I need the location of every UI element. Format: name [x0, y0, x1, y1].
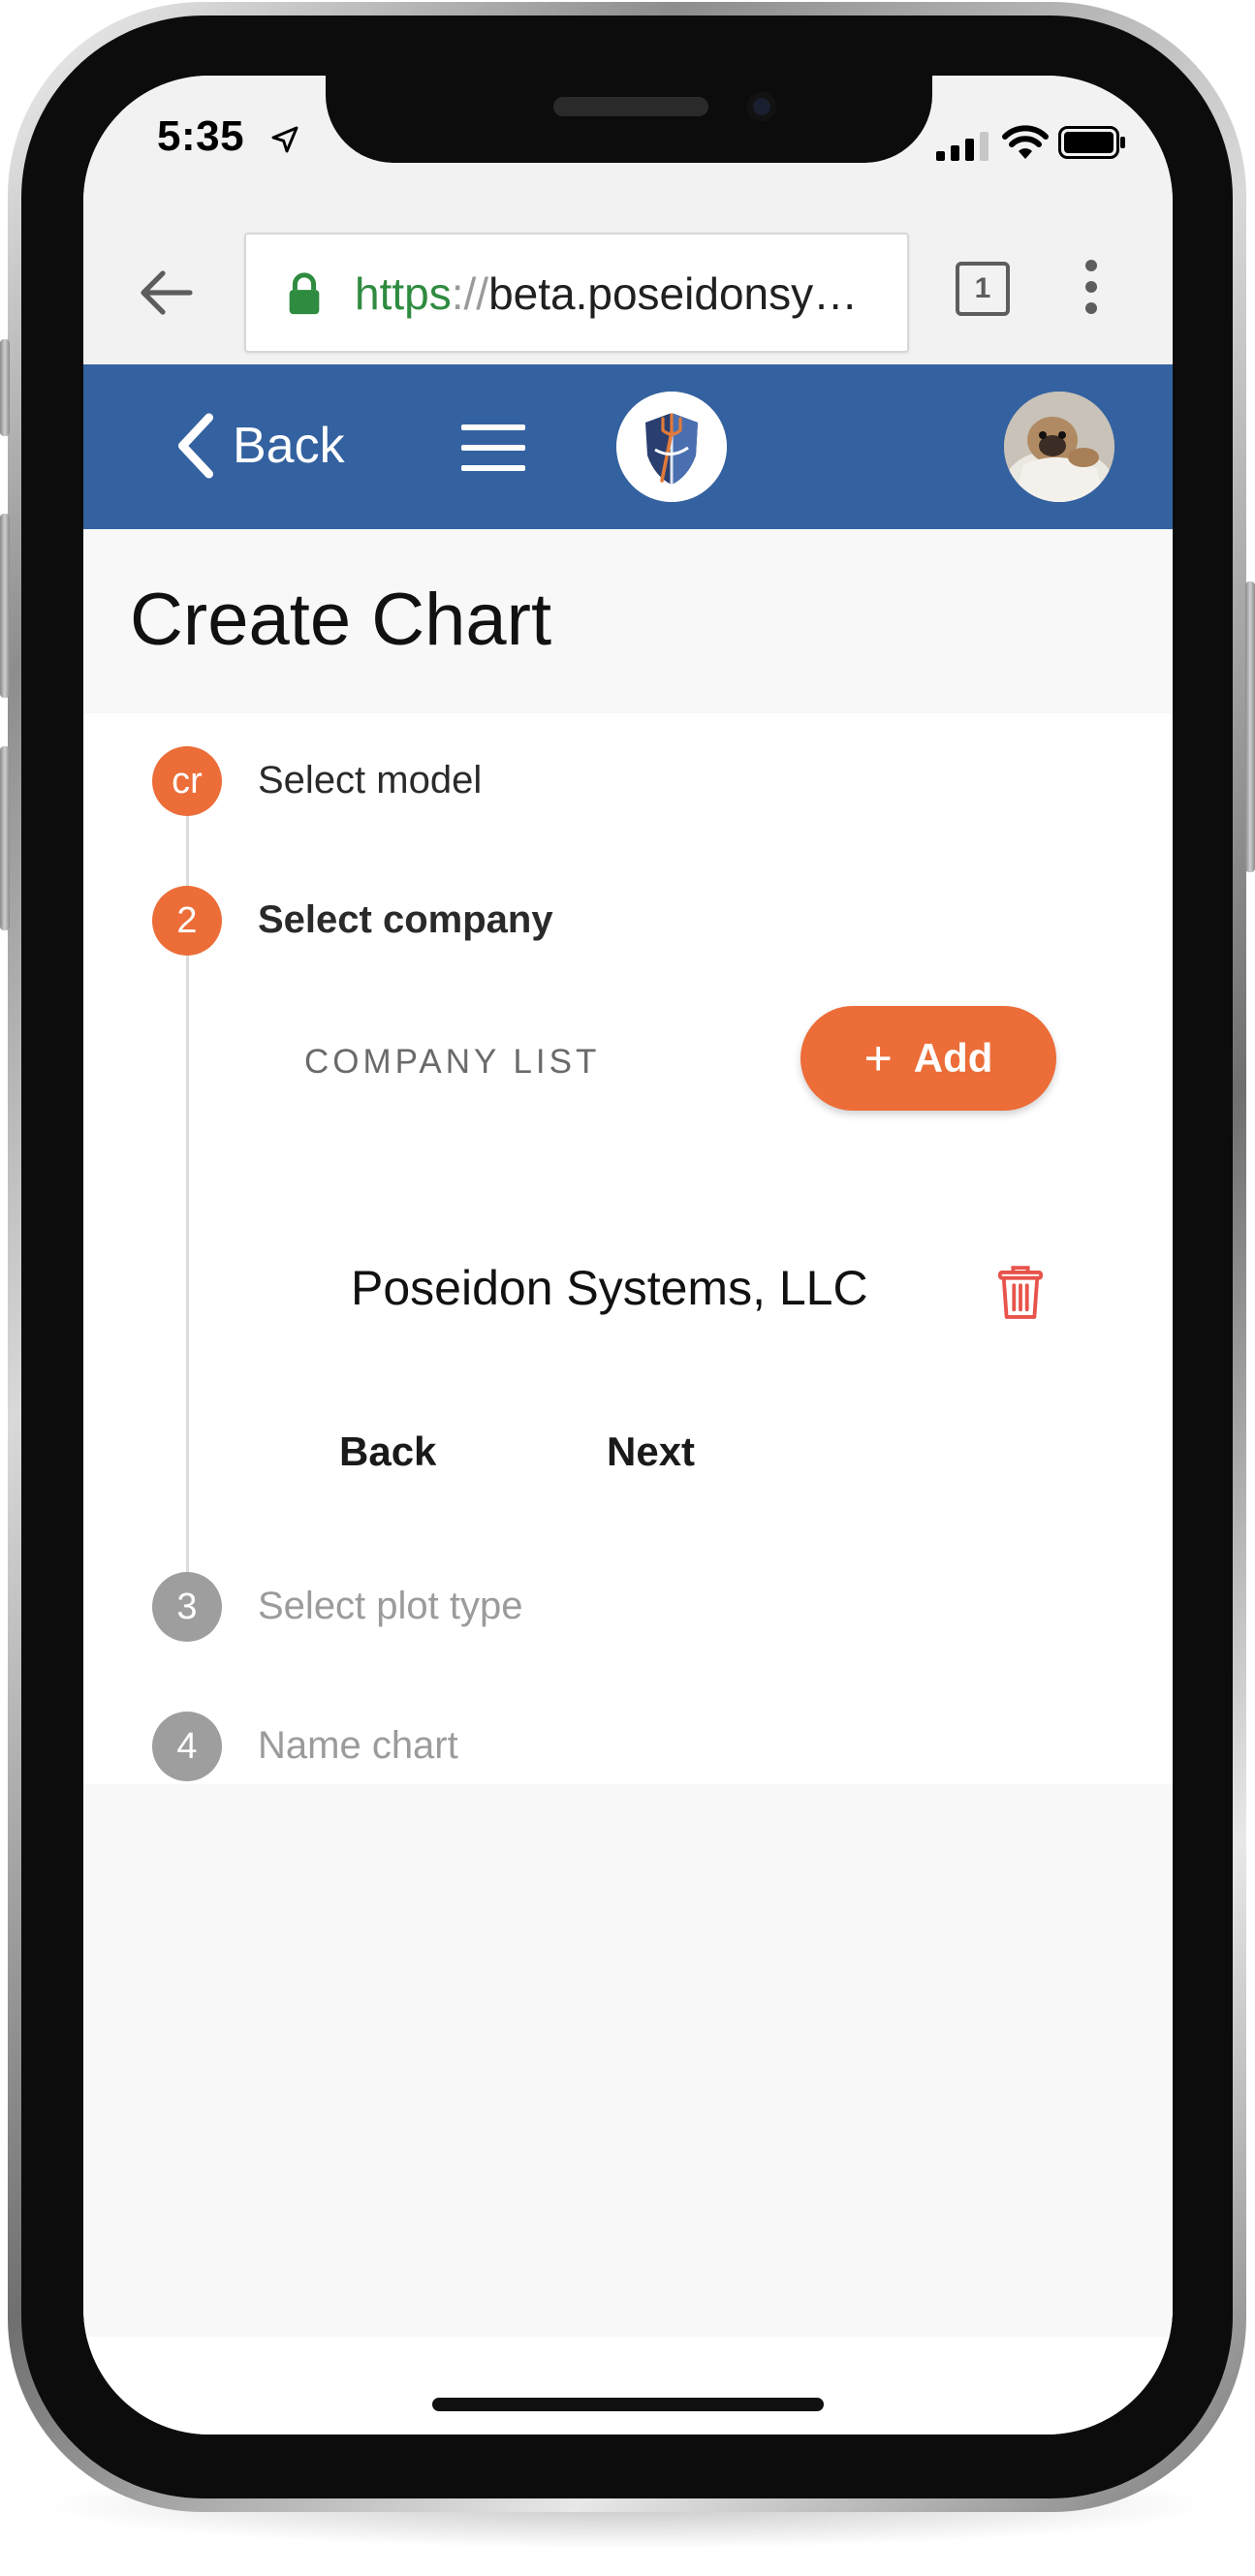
stage: 5:35 https://beta.poseidonsy… 1 Back Cre… — [0, 0, 1255, 2576]
add-company-button[interactable]: + Add — [800, 1006, 1056, 1111]
hamburger-menu-icon[interactable] — [461, 424, 525, 471]
power-button — [1245, 581, 1255, 872]
menu-dot — [1085, 281, 1097, 293]
step-1-marker[interactable]: cr — [152, 746, 222, 816]
plus-icon: + — [863, 1031, 893, 1085]
company-list-item: Poseidon Systems, LLC — [351, 1261, 868, 1315]
volume-down-button — [0, 746, 10, 930]
status-bar: 5:35 — [83, 76, 1173, 223]
wifi-icon — [1002, 125, 1049, 159]
step-2-label[interactable]: Select company — [258, 898, 553, 942]
menu-dot — [1085, 260, 1097, 271]
volume-up-button — [0, 514, 10, 698]
menu-bar — [461, 465, 525, 471]
user-photo — [1004, 392, 1114, 502]
location-arrow-icon — [271, 126, 298, 153]
cellular-signal-icon — [936, 132, 988, 161]
step-1-label[interactable]: Select model — [258, 759, 482, 802]
tabs-button[interactable]: 1 — [956, 262, 1010, 316]
step-4-label[interactable]: Name chart — [258, 1724, 458, 1768]
app-logo[interactable] — [616, 392, 727, 502]
step-3-marker[interactable]: 3 — [152, 1572, 222, 1642]
step-next-button[interactable]: Next — [607, 1429, 695, 1475]
step-3-label[interactable]: Select plot type — [258, 1585, 523, 1628]
battery-icon — [1058, 126, 1125, 159]
step-2-marker[interactable]: 2 — [152, 886, 222, 956]
speaker-grille — [553, 97, 708, 116]
header-back-button[interactable]: Back — [174, 407, 345, 485]
home-indicator[interactable] — [432, 2398, 824, 2411]
company-list-heading: COMPANY LIST — [304, 1043, 601, 1081]
page-empty-area — [83, 1784, 1173, 2337]
step-back-button[interactable]: Back — [339, 1429, 436, 1475]
menu-bar — [461, 424, 525, 430]
url-host: beta.poseidonsy… — [488, 268, 859, 319]
add-button-label: Add — [913, 1035, 993, 1081]
url-scheme: https — [355, 268, 452, 319]
lock-icon — [289, 272, 320, 315]
browser-toolbar: https://beta.poseidonsy… 1 — [83, 223, 1173, 364]
menu-dot — [1085, 302, 1097, 314]
arrow-left-icon[interactable] — [136, 262, 198, 324]
phone-screen: 5:35 https://beta.poseidonsy… 1 Back Cre… — [83, 76, 1173, 2435]
header-back-label: Back — [233, 418, 345, 474]
chevron-left-icon — [178, 413, 213, 479]
address-bar[interactable]: https://beta.poseidonsy… — [244, 233, 909, 353]
more-vertical-icon[interactable] — [1080, 260, 1103, 322]
page-title: Create Chart — [130, 579, 552, 661]
mute-switch — [0, 339, 10, 436]
trident-shield-logo — [616, 392, 727, 502]
app-header: Back — [83, 364, 1173, 529]
status-time: 5:35 — [157, 112, 245, 160]
url-text[interactable]: https://beta.poseidonsy… — [355, 266, 897, 322]
front-camera — [747, 92, 776, 121]
stepper: cr Select model 2 Select company COMPANY… — [83, 713, 1173, 1784]
step-4-marker[interactable]: 4 — [152, 1712, 222, 1781]
menu-bar — [461, 445, 525, 451]
trash-icon[interactable] — [998, 1264, 1043, 1322]
title-area: Create Chart — [83, 529, 1173, 713]
notch — [326, 76, 932, 163]
browser-bottom-area — [83, 2337, 1173, 2435]
avatar[interactable] — [1004, 392, 1114, 502]
url-separator: :// — [451, 268, 489, 319]
